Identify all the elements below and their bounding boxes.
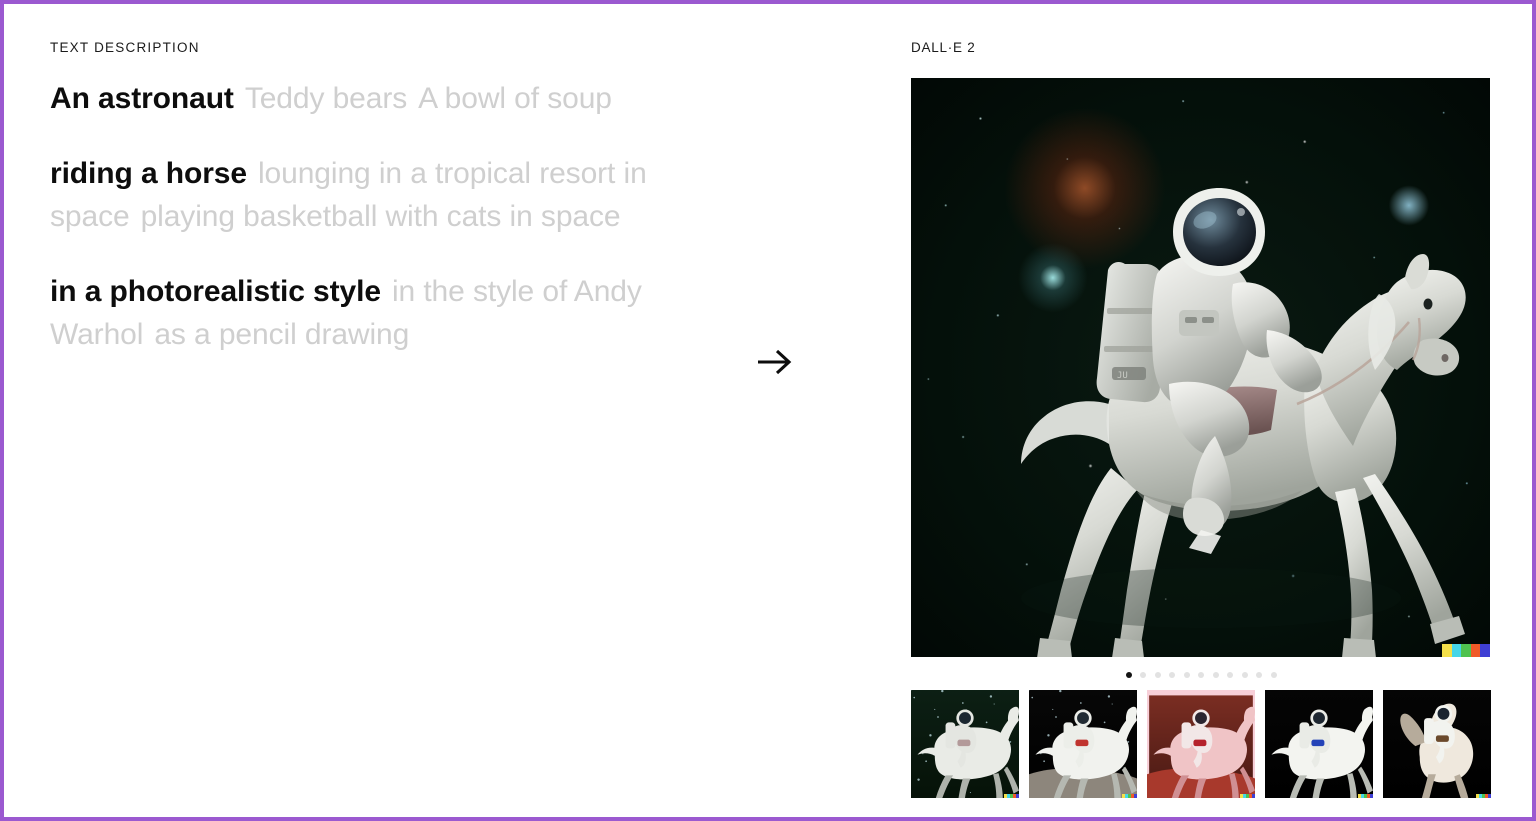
prompt-option-action-2[interactable]: playing basketball with cats in space — [141, 200, 621, 233]
thumbnail-watermark-3 — [1358, 794, 1373, 798]
section-label-text-description: TEXT DESCRIPTION — [50, 40, 200, 55]
svg-text:JU: JU — [1117, 371, 1128, 381]
pagination-dot-2[interactable] — [1154, 672, 1161, 678]
prompt-option-style-2[interactable]: as a pencil drawing — [154, 318, 409, 351]
prompt-option-subject-0[interactable]: An astronaut — [50, 82, 234, 115]
arrow-right-icon — [752, 340, 796, 384]
pagination-dots[interactable] — [911, 667, 1491, 683]
thumbnail-strip — [911, 690, 1491, 798]
watermark-swatch-4 — [1480, 644, 1490, 657]
page-root: TEXT DESCRIPTION An astronaut Teddy bears… — [0, 0, 1536, 821]
watermark-swatch-2 — [1461, 644, 1471, 657]
pagination-dot-5[interactable] — [1198, 672, 1204, 678]
prompt-group-action: riding a horse lounging in a tropical res… — [50, 152, 690, 238]
text-description-panel: TEXT DESCRIPTION An astronaut Teddy bears… — [50, 40, 690, 356]
thumbnail-3[interactable] — [1265, 690, 1373, 798]
prompt-option-subject-1[interactable]: Teddy bears — [245, 82, 407, 115]
pagination-dot-7[interactable] — [1227, 672, 1233, 678]
generated-results-panel: DALL·E 2 JU — [911, 40, 1491, 798]
thumbnail-watermark-2 — [1240, 794, 1255, 798]
prompt-option-subject-2[interactable]: A bowl of soup — [418, 82, 612, 115]
prompt-option-style-0[interactable]: in a photorealistic style — [50, 275, 381, 308]
pagination-dot-1[interactable] — [1140, 672, 1146, 678]
watermark-swatch-1 — [1451, 644, 1462, 657]
thumbnail-watermark-1 — [1122, 794, 1137, 798]
thumbnail-1[interactable] — [1029, 690, 1137, 798]
pagination-dot-6[interactable] — [1212, 672, 1219, 678]
dalle-watermark — [1442, 644, 1490, 657]
astronaut-on-horse-artwork: JU — [911, 78, 1490, 657]
pagination-dot-10[interactable] — [1270, 672, 1277, 678]
thumbnail-watermark-4 — [1476, 794, 1491, 798]
pagination-dot-3[interactable] — [1169, 672, 1175, 678]
watermark-swatch-3 — [1470, 644, 1481, 657]
pagination-dot-4[interactable] — [1183, 672, 1190, 678]
watermark-swatch-0 — [1442, 644, 1452, 657]
hero-generated-image[interactable]: JU — [911, 78, 1490, 657]
thumbnail-watermark-0 — [1004, 794, 1019, 798]
thumbnail-4[interactable] — [1383, 690, 1491, 798]
pagination-dot-8[interactable] — [1241, 672, 1248, 678]
model-label-dalle2: DALL·E 2 — [911, 40, 976, 55]
pagination-dot-0[interactable] — [1125, 672, 1132, 678]
prompt-option-action-0[interactable]: riding a horse — [50, 157, 247, 190]
prompt-group-subject: An astronaut Teddy bears A bowl of soup — [50, 77, 690, 120]
thumbnail-2[interactable] — [1147, 690, 1255, 798]
thumbnail-0[interactable] — [911, 690, 1019, 798]
pagination-dot-9[interactable] — [1256, 672, 1262, 678]
prompt-group-style: in a photorealistic style in the style of… — [50, 270, 690, 356]
